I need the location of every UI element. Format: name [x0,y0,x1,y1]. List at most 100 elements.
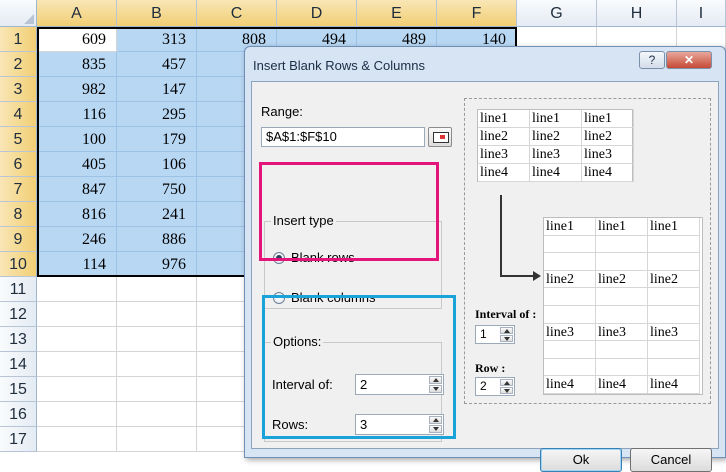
preview-cell [648,341,700,359]
preview-cell [544,253,596,271]
row-header-12[interactable]: 12 [0,302,37,327]
preview-cell: line3 [544,323,596,342]
preview-cell [648,235,700,254]
column-header-h[interactable]: H [597,0,677,27]
row-header-9[interactable]: 9 [0,227,37,252]
row-header-13[interactable]: 13 [0,327,37,352]
preview-cell: line4 [596,376,648,394]
cell-b9[interactable]: 886 [117,227,197,252]
row-header-17[interactable]: 17 [0,427,37,452]
row-header-5[interactable]: 5 [0,127,37,152]
select-all-corner[interactable] [0,0,37,27]
cell-a5[interactable]: 100 [37,127,117,152]
preview-cell: line3 [596,323,648,342]
preview-interval-up-icon [500,327,513,334]
cell-b11[interactable] [117,277,197,302]
dialog-client-area: Range: $A$1:$F$10 Insert type Blank rows… [251,81,719,472]
column-header-i[interactable]: I [677,0,726,27]
cell-a3[interactable]: 982 [37,77,117,102]
cell-a15[interactable] [37,377,117,402]
column-header-g[interactable]: G [517,0,597,27]
column-header-a[interactable]: A [37,0,117,27]
preview-row-down-icon [500,387,513,394]
preview-cell: line1 [648,218,700,236]
preview-row-value: 2 [480,379,487,393]
preview-cell [596,235,648,254]
cell-a7[interactable]: 847 [37,177,117,202]
cell-a6[interactable]: 405 [37,152,117,177]
cell-b13[interactable] [117,327,197,352]
cell-a13[interactable] [37,327,117,352]
cell-a14[interactable] [37,352,117,377]
close-button[interactable]: ✕ [666,51,712,69]
cell-b4[interactable]: 295 [117,102,197,127]
row-header-14[interactable]: 14 [0,352,37,377]
cell-a11[interactable] [37,277,117,302]
options-highlight [262,295,456,439]
cell-b14[interactable] [117,352,197,377]
preview-cell: line1 [544,218,596,236]
cancel-button[interactable]: Cancel [630,448,712,472]
cell-b15[interactable] [117,377,197,402]
cell-b3[interactable]: 147 [117,77,197,102]
range-select-button[interactable] [428,127,452,147]
cell-a16[interactable] [37,402,117,427]
preview-cell [596,288,648,306]
row-header-10[interactable]: 10 [0,252,37,277]
cell-a1[interactable]: 609 [37,27,117,52]
cell-b16[interactable] [117,402,197,427]
row-header-1[interactable]: 1 [0,27,37,52]
column-header-d[interactable]: D [277,0,357,27]
range-select-icon [433,132,449,143]
insert-blank-rows-columns-dialog: Insert Blank Rows & Columns ? ✕ Range: $… [244,46,726,472]
cell-a2[interactable]: 835 [37,52,117,77]
column-header-f[interactable]: F [437,0,517,27]
range-label: Range: [261,104,303,119]
preview-panel: line1 line1 line1 line2 line2 line2 line3 line3… [464,98,711,404]
cell-a10[interactable]: 114 [37,252,117,277]
row-header-2[interactable]: 2 [0,52,37,77]
column-header-e[interactable]: E [357,0,437,27]
row-header-15[interactable]: 15 [0,377,37,402]
cell-b6[interactable]: 106 [117,152,197,177]
cell-b1[interactable]: 313 [117,27,197,52]
cell-b17[interactable] [117,427,197,452]
row-header-7[interactable]: 7 [0,177,37,202]
cell-b12[interactable] [117,302,197,327]
row-header-11[interactable]: 11 [0,277,37,302]
cell-b10[interactable]: 976 [117,252,197,277]
preview-cell [648,306,700,324]
cell-b7[interactable]: 750 [117,177,197,202]
ok-button[interactable]: Ok [540,448,622,472]
range-input[interactable]: $A$1:$F$10 [261,127,425,147]
preview-cell [648,358,700,377]
cell-a4[interactable]: 116 [37,102,117,127]
row-header-8[interactable]: 8 [0,202,37,227]
preview-cell [648,288,700,306]
preview-cell: line3 [648,323,700,342]
cell-b8[interactable]: 241 [117,202,197,227]
column-header-b[interactable]: B [117,0,197,27]
cell-b5[interactable]: 179 [117,127,197,152]
cell-a8[interactable]: 816 [37,202,117,227]
preview-cell: line2 [544,270,596,289]
preview-cell [596,306,648,324]
preview-cell [596,358,648,377]
preview-cell [544,358,596,377]
preview-interval-spinner: 1 [475,325,515,344]
cell-a12[interactable] [37,302,117,327]
preview-interval-down-icon [500,335,513,342]
preview-row-up-icon [500,379,513,386]
preview-cell [596,253,648,271]
help-button[interactable]: ? [639,51,665,69]
row-header-4[interactable]: 4 [0,102,37,127]
cell-b2[interactable]: 457 [117,52,197,77]
preview-interval-value: 1 [480,327,487,341]
row-header-6[interactable]: 6 [0,152,37,177]
column-header-c[interactable]: C [197,0,277,27]
row-header-3[interactable]: 3 [0,77,37,102]
cell-a17[interactable] [37,427,117,452]
row-header-16[interactable]: 16 [0,402,37,427]
cell-a9[interactable]: 246 [37,227,117,252]
preview-cell [544,341,596,359]
